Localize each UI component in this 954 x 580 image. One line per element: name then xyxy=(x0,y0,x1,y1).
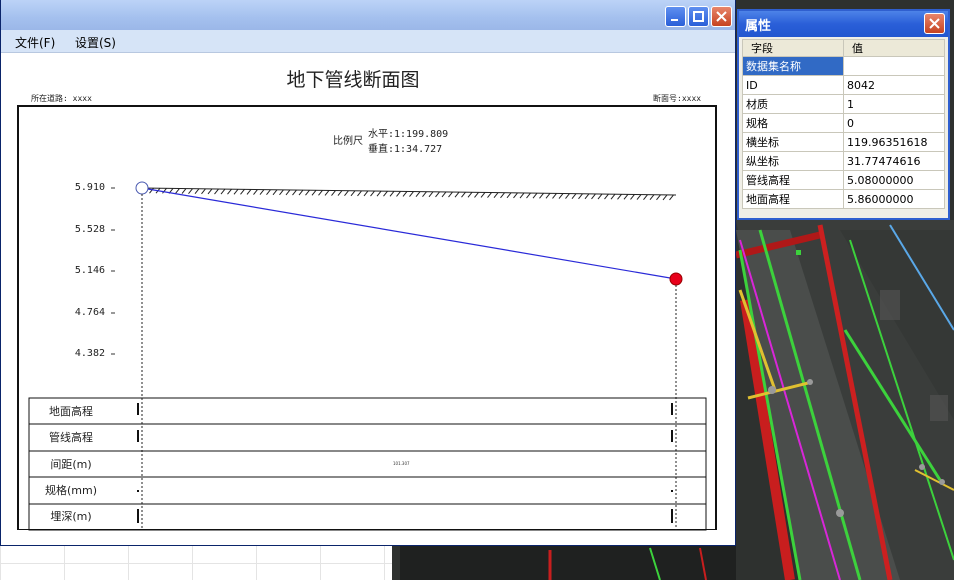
close-icon[interactable] xyxy=(924,13,945,34)
row-spec: 规格(mm) xyxy=(44,484,97,497)
window-titlebar[interactable] xyxy=(1,0,735,30)
table-row[interactable]: ID 8042 xyxy=(742,75,945,95)
ground-line xyxy=(141,187,677,196)
row-pipe-elevation: 管线高程 xyxy=(49,431,93,444)
menu-bar: 文件(F) 设置(S) xyxy=(1,30,735,53)
table-row[interactable]: 横坐标 119.96351618 xyxy=(742,132,945,152)
spacing-value: 101.307 xyxy=(393,461,410,466)
properties-titlebar[interactable]: 属性 xyxy=(739,11,948,37)
table-row[interactable]: 地面高程 5.86000000 xyxy=(742,189,945,209)
pipe-end-node xyxy=(669,272,683,286)
properties-table: 字段 值 数据集名称 ID 8042 材质 1 规格 0 横坐标 119.9635161… xyxy=(742,39,945,209)
row-ground-elevation: 地面高程 xyxy=(49,405,93,418)
menu-settings[interactable]: 设置(S) xyxy=(75,34,116,51)
properties-panel: 属性 字段 值 数据集名称 ID 8042 材质 1 规格 0 横坐标 119.9635… xyxy=(737,9,950,220)
pipe-line xyxy=(141,187,677,280)
column-header-field[interactable]: 字段 xyxy=(742,39,844,57)
row-depth: 埋深(m) xyxy=(50,510,92,523)
row-spacing: 间距(m) xyxy=(50,458,92,471)
table-row[interactable]: 数据集名称 xyxy=(742,56,945,76)
properties-title: 属性 xyxy=(745,19,772,34)
minimize-icon[interactable] xyxy=(665,6,686,27)
section-window: 文件(F) 设置(S) 地下管线断面图 所在道路: xxxx 断面号:xxxx … xyxy=(0,0,736,546)
menu-file[interactable]: 文件(F) xyxy=(15,34,55,51)
column-header-value[interactable]: 值 xyxy=(843,39,945,57)
spreadsheet-background xyxy=(0,545,392,580)
pipe-start-node xyxy=(135,181,149,195)
table-row[interactable]: 管线高程 5.08000000 xyxy=(742,170,945,190)
table-row[interactable]: 纵坐标 31.77474616 xyxy=(742,151,945,171)
table-row[interactable]: 规格 0 xyxy=(742,113,945,133)
maximize-icon[interactable] xyxy=(688,6,709,27)
table-row[interactable]: 材质 1 xyxy=(742,94,945,114)
section-report: 地下管线断面图 所在道路: xxxx 断面号:xxxx 比例尺 水平:1:199… xyxy=(1,53,735,545)
close-icon[interactable] xyxy=(711,6,732,27)
data-table-grid xyxy=(28,397,707,531)
